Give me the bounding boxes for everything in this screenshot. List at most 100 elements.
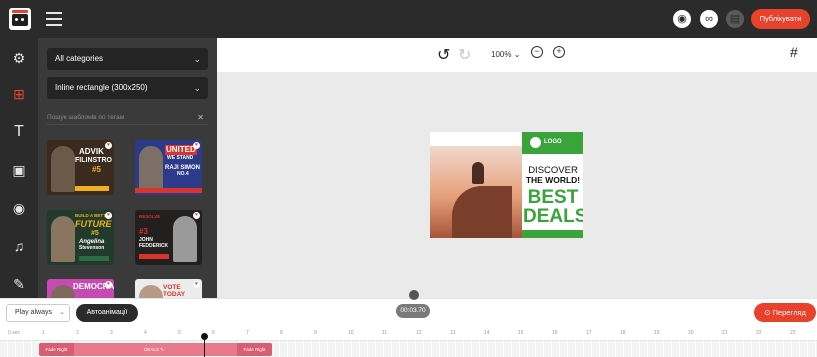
logo-dot — [15, 18, 18, 21]
banner-the-world: THE WORLD! — [525, 175, 581, 185]
timeline-resize-handle[interactable] — [409, 290, 419, 300]
play-mode-select[interactable]: Play always ⌄ — [6, 304, 70, 322]
ruler-tick: 2 — [76, 330, 79, 336]
ruler-tick: 23 — [790, 330, 796, 336]
template-strip — [139, 254, 169, 259]
ruler-tick: 5 — [178, 330, 181, 336]
redo-icon[interactable]: ↻ — [458, 45, 471, 65]
publish-button[interactable]: Публікувати — [751, 9, 810, 29]
template-strip — [135, 188, 202, 193]
preview-label: Перегляд — [772, 308, 806, 317]
zoom-select[interactable]: 100% ⌄ — [491, 50, 520, 59]
portrait — [139, 146, 163, 192]
template-text: ADVIK — [79, 147, 104, 156]
favorite-icon[interactable]: ♥ — [105, 281, 112, 288]
template-strip — [79, 256, 109, 261]
favorite-icon[interactable]: ♥ — [105, 212, 112, 219]
play-circle-icon[interactable]: ◉ — [673, 10, 691, 28]
ruler-tick: 12 — [416, 330, 422, 336]
templates-icon[interactable]: ⊞ — [0, 82, 38, 106]
template-card[interactable]: UNITED WE STAND RAJI SIMON NO.4 ♥ — [135, 140, 202, 195]
ruler-tick: 3 — [110, 330, 113, 336]
preview-button[interactable]: ⊙ Перегляд — [754, 303, 816, 322]
clip-fade-out[interactable]: Fade Right — [237, 343, 272, 356]
ruler-tick: 20 — [688, 330, 694, 336]
timeline-clip[interactable]: Fade Right DEALS ✎ Fade Right — [39, 343, 272, 356]
ruler-tick: 6 — [212, 330, 215, 336]
template-text: FUTURE — [75, 219, 112, 229]
clip-fade-in[interactable]: Fade Right — [39, 343, 74, 356]
climber-photo — [430, 146, 522, 238]
template-text: FILINSTRO — [75, 157, 112, 164]
close-icon[interactable]: ✕ — [197, 111, 204, 125]
ruler-tick: 9 — [314, 330, 317, 336]
chevron-down-icon: ⌄ — [59, 309, 65, 316]
favorite-icon[interactable]: ♥ — [193, 142, 200, 149]
template-text: #5 — [92, 165, 101, 174]
template-text: WE STAND — [167, 155, 194, 161]
ruler-tick: 11 — [382, 330, 388, 336]
ruler-tick: 19 — [654, 330, 660, 336]
portrait — [173, 216, 197, 262]
templates-panel: All categories ⌄ Inline rectangle (300x2… — [38, 38, 217, 298]
template-card[interactable]: DEMOCRACY ♥ — [47, 279, 114, 298]
save-icon[interactable]: ▤ — [726, 10, 744, 28]
chevron-down-icon: ⌄ — [193, 54, 201, 64]
playhead-handle[interactable] — [201, 333, 208, 340]
video-icon[interactable]: ◉ — [0, 196, 38, 220]
auto-animation-button[interactable]: Автоанімації — [76, 304, 138, 322]
zoom-out-icon[interactable]: − — [531, 46, 543, 58]
banner-footer — [522, 230, 583, 238]
top-bar: ◉ ∞ ▤ Публікувати — [0, 0, 817, 38]
logo-dot — [21, 18, 24, 21]
template-text: #3 — [139, 227, 148, 236]
tag-search-input[interactable]: Пошук шаблонів по тегам ✕ — [47, 111, 208, 125]
template-card[interactable]: VOTE TODAY ♥ — [135, 279, 202, 298]
chevron-down-icon: ⌄ — [193, 83, 201, 93]
ruler-tick: 14 — [484, 330, 490, 336]
image-icon[interactable]: ▣ — [0, 158, 38, 182]
rock-shape — [452, 186, 512, 238]
template-strip — [75, 186, 109, 191]
clip-label: DEALS ✎ — [144, 347, 164, 352]
ruler-tick: 7 — [246, 330, 249, 336]
ruler-tick: 16 — [552, 330, 558, 336]
ruler-tick: 1 — [42, 330, 45, 336]
favorite-icon[interactable]: ♥ — [193, 212, 200, 219]
favorite-icon[interactable]: ♥ — [193, 281, 200, 288]
template-card[interactable]: BUILD A BETTER FUTURE #5 Angelina Steven… — [47, 210, 114, 265]
brush-icon[interactable]: ✎ — [0, 272, 38, 296]
portrait — [51, 216, 75, 262]
zoom-in-icon[interactable]: + — [553, 46, 565, 58]
template-card[interactable]: RESOLVE #3 JOHN FEDDERICK ♥ — [135, 210, 202, 265]
grid-icon[interactable]: # — [790, 44, 798, 60]
category-select[interactable]: All categories ⌄ — [47, 48, 208, 70]
banner-logo-text: LOGO — [544, 139, 562, 145]
text-icon[interactable]: T — [0, 120, 38, 144]
ruler-tick: 4 — [144, 330, 147, 336]
ruler-tick: 17 — [586, 330, 592, 336]
menu-icon[interactable] — [46, 12, 62, 26]
template-card[interactable]: ADVIK FILINSTRO #5 ♥ — [47, 140, 114, 195]
timeline-ruler[interactable]: 0 sec 1 2 3 4 5 6 7 8 9 10 11 12 13 14 15 16 17 18 19 20 21 22… — [0, 329, 817, 341]
climber-shape — [472, 162, 484, 184]
ruler-tick: 13 — [450, 330, 456, 336]
ad-banner[interactable]: LOGO DISCOVER THE WORLD! BEST DEALS — [430, 132, 583, 238]
logo-bar — [12, 10, 28, 13]
ruler-tick: 22 — [756, 330, 762, 336]
favorite-icon[interactable]: ♥ — [105, 142, 112, 149]
settings-icon[interactable]: ⚙ — [0, 46, 38, 70]
template-text: FEDDERICK — [139, 243, 169, 249]
music-icon[interactable]: ♫ — [0, 234, 38, 258]
ruler-tick: 18 — [620, 330, 626, 336]
banner-best: BEST — [527, 187, 579, 208]
undo-icon[interactable]: ↺ — [437, 45, 450, 65]
ruler-tick: 0 sec — [8, 330, 20, 336]
banner-logo-icon — [530, 137, 541, 148]
size-select[interactable]: Inline rectangle (300x250) ⌄ — [47, 77, 208, 99]
category-select-value: All categories — [55, 54, 104, 63]
app-logo[interactable] — [9, 8, 31, 30]
size-select-value: Inline rectangle (300x250) — [55, 83, 148, 92]
link-icon[interactable]: ∞ — [700, 10, 718, 28]
template-text: UNITED — [165, 145, 197, 155]
